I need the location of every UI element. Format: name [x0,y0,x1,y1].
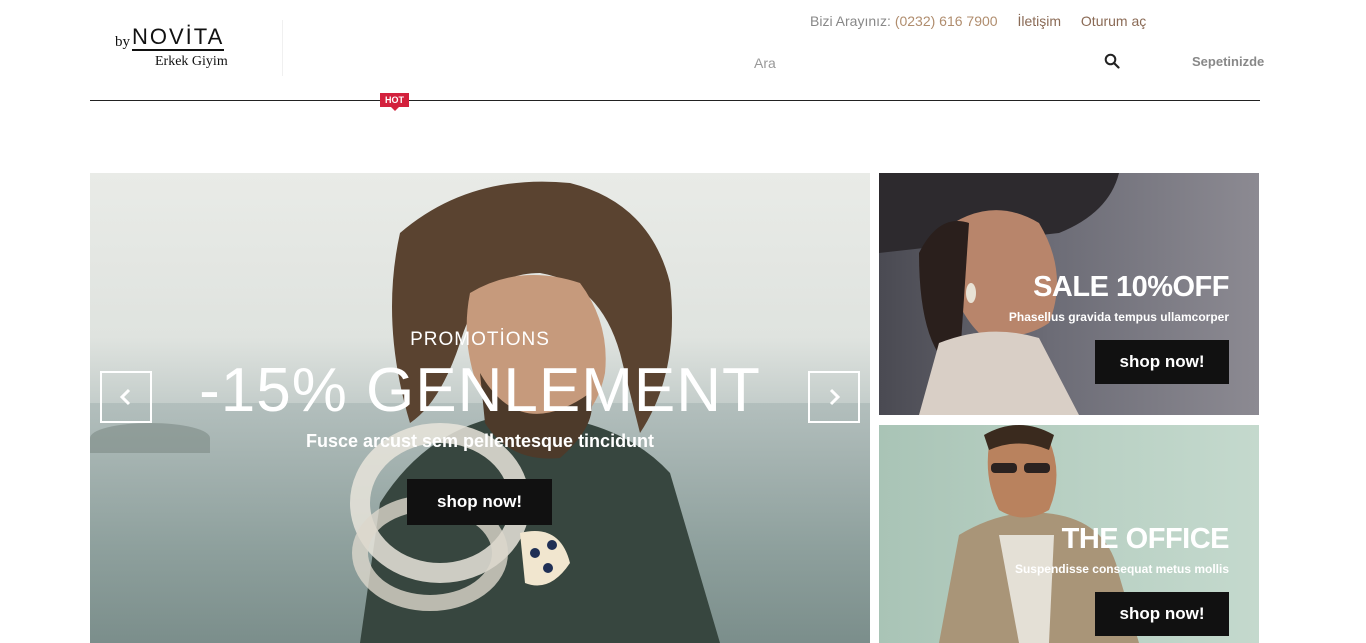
top-links: Bizi Arayınız: (0232) 616 7900 İletişim … [810,13,1146,29]
chevron-left-icon [119,388,131,406]
hero-slider: PROMOTİONS -15% GENLEMENT Fusce arcust s… [90,173,870,643]
search-bar [742,52,1132,74]
banner-sale-subtitle: Phasellus gravida tempus ullamcorper [1008,310,1229,324]
phone-number[interactable]: (0232) 616 7900 [895,13,998,29]
hot-badge: HOT [380,93,409,111]
nav-divider [90,100,1260,101]
banner-sale-title: SALE 10%OFF [1033,271,1229,303]
logo-brand-name: NOVİTA [132,24,225,51]
slider-next-button[interactable] [808,371,860,423]
login-link[interactable]: Oturum aç [1081,13,1146,29]
chevron-right-icon [829,388,841,406]
promo-banner-office[interactable]: THE OFFICE Suspendisse consequat metus m… [879,425,1259,643]
phone-label: Bizi Arayınız: [810,13,891,29]
banner-sale-shop-button[interactable]: shop now! [1095,340,1229,384]
search-icon[interactable] [1104,53,1122,71]
banner-office-shop-button[interactable]: shop now! [1095,592,1229,636]
hero-promo-label: PROMOTİONS [410,329,550,350]
search-input[interactable] [742,52,1096,74]
contact-link[interactable]: İletişim [1017,13,1061,29]
site-logo[interactable]: by NOVİTA Erkek Giyim [112,20,283,76]
hero-shop-button[interactable]: shop now! [407,479,552,525]
logo-subtitle: Erkek Giyim [155,54,228,69]
cart-link[interactable]: Sepetinizde [1192,54,1264,69]
banner-office-title: THE OFFICE [1061,523,1230,555]
slider-prev-button[interactable] [100,371,152,423]
hero-headline: -15% GENLEMENT [199,356,761,425]
hero-subline: Fusce arcust sem pellentesque tincidunt [305,431,655,451]
promo-banner-sale[interactable]: SALE 10%OFF Phasellus gravida tempus ull… [879,173,1259,415]
logo-by-text: by [115,34,130,50]
banner-office-subtitle: Suspendisse consequat metus mollis [1014,562,1229,576]
